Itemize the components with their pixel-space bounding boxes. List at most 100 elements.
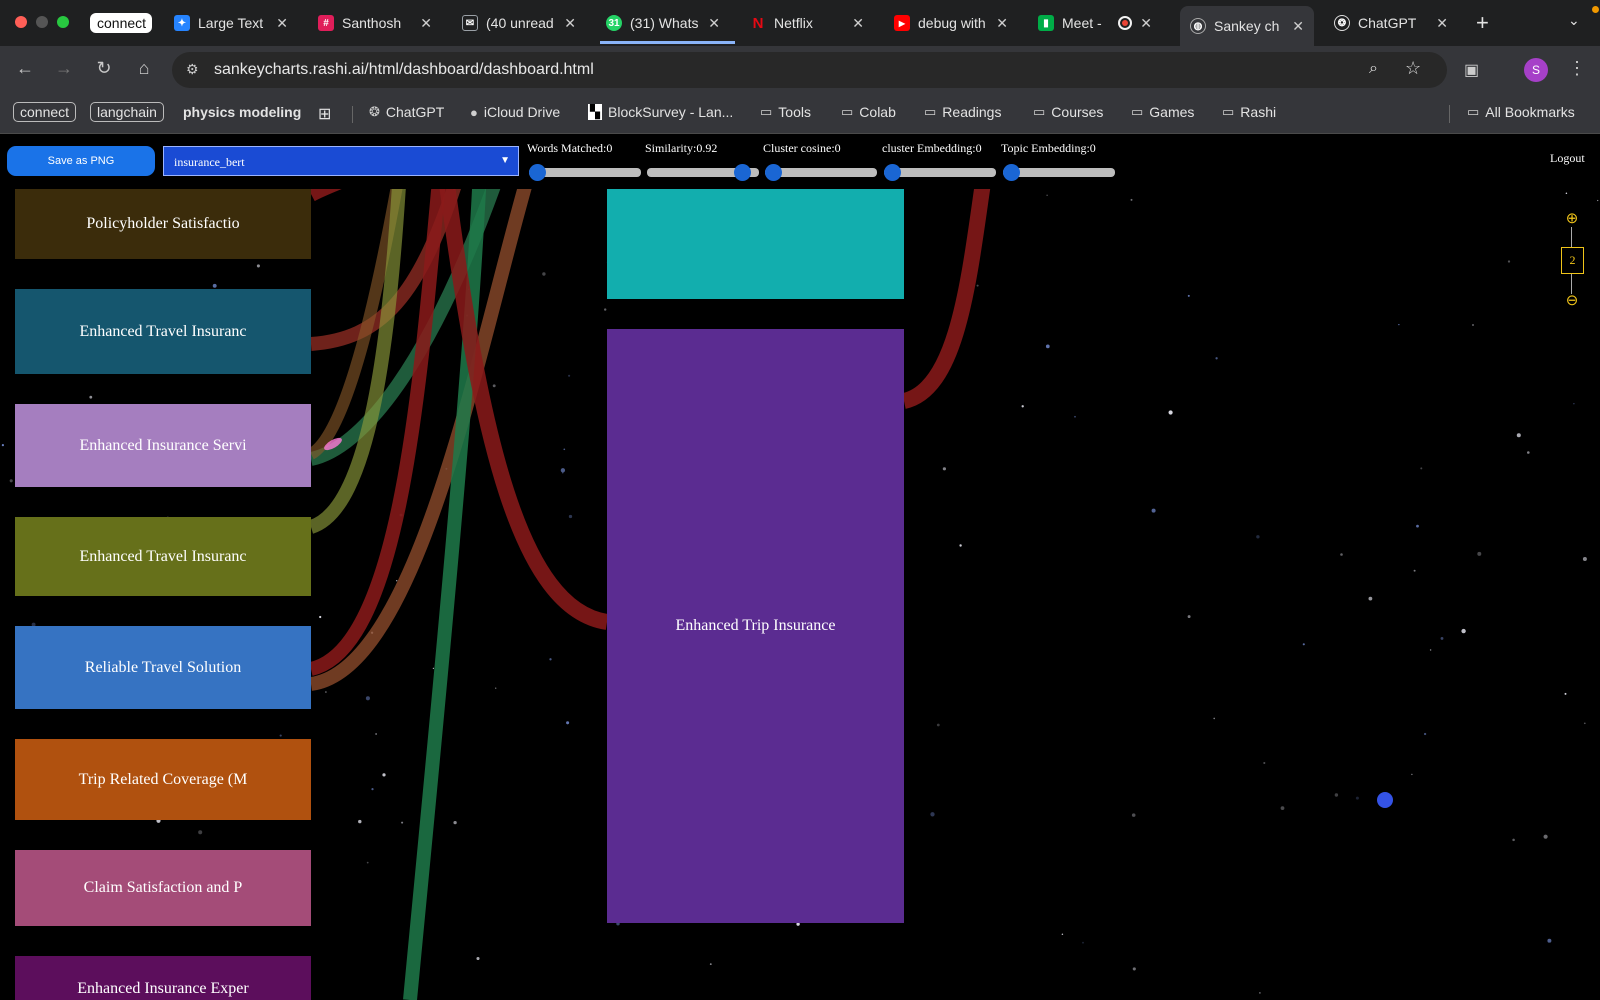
- slider-track[interactable]: [884, 164, 996, 181]
- slider-track[interactable]: [647, 164, 759, 181]
- logout-link[interactable]: Logout: [1550, 151, 1585, 166]
- slider-thumb[interactable]: [884, 164, 901, 181]
- close-tab-icon[interactable]: ✕: [420, 15, 432, 32]
- globe-icon: ◍: [1190, 18, 1206, 34]
- star-dot: [1256, 535, 1260, 539]
- minimize-window-button[interactable]: [36, 16, 48, 28]
- home-icon[interactable]: ⌂: [132, 58, 156, 79]
- close-tab-icon[interactable]: ✕: [996, 15, 1008, 32]
- close-tab-icon[interactable]: ✕: [1140, 15, 1152, 32]
- sankey-node-policyholder-satisfaction[interactable]: Policyholder Satisfactio: [15, 189, 311, 259]
- tab-large-text[interactable]: ✦ Large Text ✕: [164, 8, 298, 38]
- sankey-node-trip-related-coverage[interactable]: Trip Related Coverage (M: [15, 739, 311, 820]
- tab-title: (40 unread: [486, 15, 554, 31]
- close-tab-icon[interactable]: ✕: [708, 15, 720, 32]
- star-dot: [1420, 467, 1423, 470]
- tab-slack[interactable]: # Santhosh ✕: [308, 8, 442, 38]
- star-dot: [325, 691, 327, 693]
- slider-thumb[interactable]: [765, 164, 782, 181]
- bookmark-folder-colab[interactable]: ▭ Colab: [841, 104, 896, 120]
- tab-whatsapp[interactable]: 31 (31) Whats ✕: [596, 8, 730, 38]
- all-bookmarks[interactable]: ▭ All Bookmarks: [1467, 104, 1575, 120]
- star-dot: [1516, 433, 1521, 438]
- cluster-cosine-slider[interactable]: Cluster cosine:0: [763, 141, 877, 181]
- tab-chatgpt[interactable]: ❂ ChatGPT ✕: [1324, 8, 1458, 38]
- close-tab-icon[interactable]: ✕: [852, 15, 864, 32]
- close-tab-icon[interactable]: ✕: [1436, 15, 1448, 32]
- slider-thumb[interactable]: [734, 164, 752, 181]
- slider-track[interactable]: [765, 164, 877, 181]
- star-dot: [212, 283, 217, 288]
- forward-arrow-icon[interactable]: →: [52, 58, 76, 79]
- star-dot: [976, 284, 979, 287]
- bookmark-physics-modeling[interactable]: physics modeling: [183, 104, 301, 120]
- topic-embedding-slider[interactable]: Topic Embedding:0: [1001, 141, 1115, 181]
- bookmark-chatgpt[interactable]: ❂ ChatGPT: [369, 104, 444, 120]
- more-menu-icon[interactable]: ⋮: [1568, 58, 1586, 79]
- browser-tab-bar: connect ✦ Large Text ✕ # Santhosh ✕ ✉ (4…: [0, 0, 1600, 46]
- bookmark-folder-readings[interactable]: ▭ Readings: [924, 104, 1001, 120]
- tab-title: debug with: [918, 15, 986, 31]
- similarity-slider[interactable]: Similarity:0.92: [645, 141, 759, 181]
- cluster-embedding-slider[interactable]: cluster Embedding:0: [882, 141, 996, 181]
- slider-track[interactable]: [529, 164, 641, 181]
- close-tab-icon[interactable]: ✕: [1292, 18, 1304, 35]
- star-dot: [1132, 967, 1136, 971]
- slider-thumb[interactable]: [1003, 164, 1020, 181]
- tab-meet[interactable]: ▮ Meet - ✕: [1028, 8, 1162, 38]
- address-bar[interactable]: ⚙ sankeycharts.rashi.ai/html/dashboard/d…: [172, 52, 1447, 88]
- site-info-icon[interactable]: ⚙: [186, 61, 199, 78]
- tab-netflix[interactable]: N Netflix ✕: [740, 8, 874, 38]
- bookmark-folder-rashi[interactable]: ▭ Rashi: [1222, 104, 1276, 120]
- zoom-out-icon[interactable]: ⊖: [1560, 291, 1584, 309]
- sankey-node-reliable-travel-solution[interactable]: Reliable Travel Solution: [15, 626, 311, 709]
- star-dot: [1082, 941, 1084, 944]
- dataset-select[interactable]: insurance_bert ▼: [163, 146, 519, 176]
- maximize-window-button[interactable]: [57, 16, 69, 28]
- sankey-node-enhanced-insurance-services[interactable]: Enhanced Insurance Servi: [15, 404, 311, 487]
- profile-avatar[interactable]: S: [1524, 58, 1548, 82]
- bookmark-icloud-drive[interactable]: ● iCloud Drive: [470, 104, 560, 120]
- zoom-magnifier-icon[interactable]: ⌕: [1369, 60, 1378, 78]
- star-dot: [1423, 732, 1427, 736]
- save-as-png-button[interactable]: Save as PNG: [7, 146, 155, 176]
- tab-sankey[interactable]: ◍ Sankey ch ✕: [1180, 6, 1314, 46]
- extensions-puzzle-icon[interactable]: ▣: [1464, 60, 1479, 80]
- sankey-node-enhanced-travel-insurance-2[interactable]: Enhanced Travel Insuranc: [15, 517, 311, 596]
- bookmark-label: Rashi: [1240, 104, 1277, 120]
- star-dot: [1021, 405, 1024, 408]
- tab-mail[interactable]: ✉ (40 unread ✕: [452, 8, 586, 38]
- bookmark-folder-games[interactable]: ▭ Games: [1131, 104, 1194, 120]
- url-text[interactable]: sankeycharts.rashi.ai/html/dashboard/das…: [214, 61, 594, 79]
- back-arrow-icon[interactable]: ←: [13, 58, 37, 79]
- tab-youtube[interactable]: ▶ debug with ✕: [884, 8, 1018, 38]
- zoom-in-icon[interactable]: ⊕: [1560, 209, 1584, 227]
- close-tab-icon[interactable]: ✕: [564, 15, 576, 32]
- sankey-node-teal[interactable]: [607, 189, 904, 299]
- bookmark-langchain[interactable]: langchain: [90, 102, 164, 122]
- close-tab-icon[interactable]: ✕: [276, 15, 288, 32]
- bookmark-folder-courses[interactable]: ▭ Courses: [1033, 104, 1103, 120]
- slider-thumb[interactable]: [529, 164, 546, 181]
- bookmark-blocksurvey[interactable]: ▚ BlockSurvey - Lan...: [588, 104, 733, 120]
- reload-icon[interactable]: ↻: [92, 58, 116, 79]
- bookmark-star-icon[interactable]: ☆: [1405, 58, 1421, 79]
- star-dot: [1280, 806, 1285, 810]
- bookmark-folder-tools[interactable]: ▭ Tools: [760, 104, 811, 120]
- slack-icon: #: [318, 15, 334, 31]
- star-dot: [476, 956, 480, 961]
- sankey-node-enhanced-insurance-experience[interactable]: Enhanced Insurance Exper: [15, 956, 311, 1000]
- star-dot: [9, 479, 13, 483]
- sankey-node-claim-satisfaction[interactable]: Claim Satisfaction and P: [15, 850, 311, 926]
- tab-connect[interactable]: connect: [80, 8, 162, 38]
- apps-grid-icon[interactable]: ⊞: [318, 104, 331, 124]
- bookmark-connect[interactable]: connect: [13, 102, 77, 122]
- slider-track[interactable]: [1003, 164, 1115, 181]
- sankey-node-enhanced-travel-insurance-1[interactable]: Enhanced Travel Insuranc: [15, 289, 311, 374]
- new-tab-plus-icon[interactable]: +: [1476, 10, 1489, 36]
- close-window-button[interactable]: [15, 16, 27, 28]
- tab-search-chevron-icon[interactable]: ⌄: [1568, 12, 1580, 29]
- tab-title: (31) Whats: [630, 15, 699, 31]
- words-matched-slider[interactable]: Words Matched:0: [527, 141, 641, 181]
- sankey-node-enhanced-trip-insurance[interactable]: Enhanced Trip Insurance: [607, 329, 904, 923]
